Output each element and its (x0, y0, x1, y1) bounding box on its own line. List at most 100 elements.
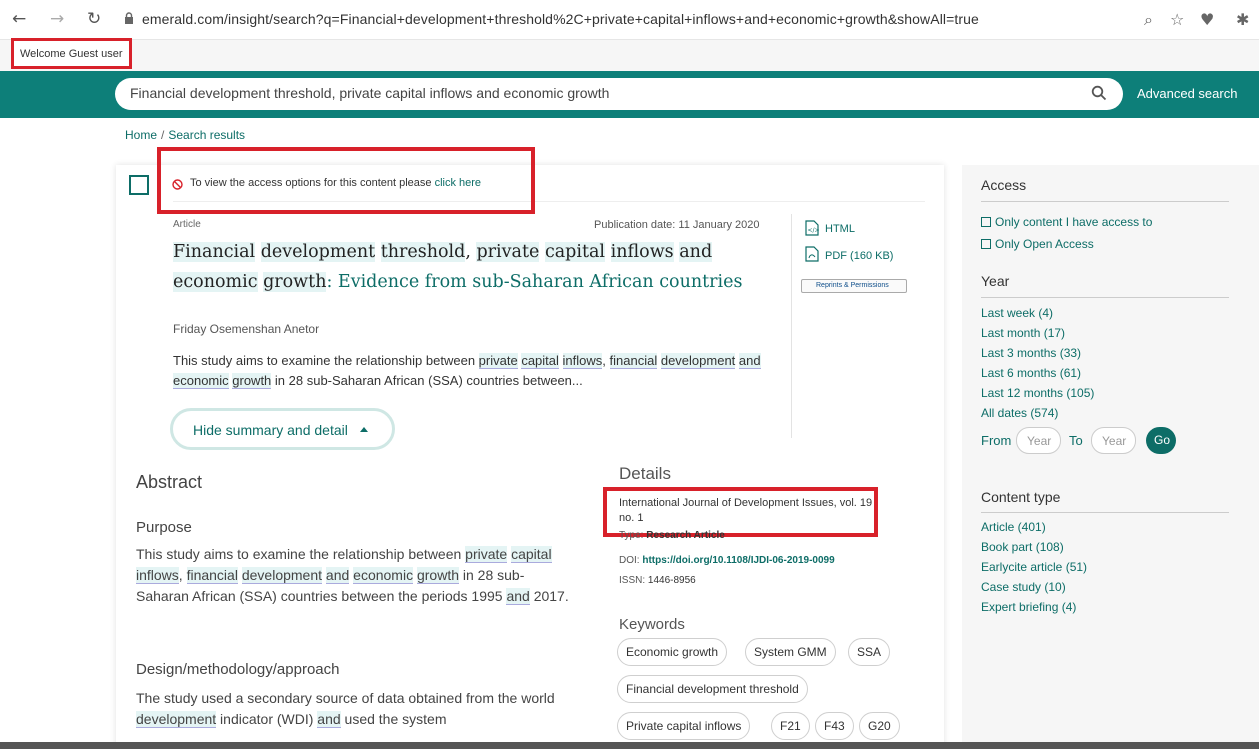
author-name[interactable]: Friday Osemenshan Anetor (173, 322, 319, 336)
search-term-highlight: and (506, 588, 530, 605)
caret-up-icon (360, 427, 368, 432)
divider (981, 512, 1229, 513)
hide-summary-label: Hide summary and detail (193, 422, 348, 438)
content-type-option[interactable]: Book part (108) (981, 540, 1064, 554)
text-segment: The study used a secondary source of dat… (136, 690, 555, 706)
search-term-highlight: capital (544, 242, 606, 262)
from-label: From (981, 433, 1012, 448)
year-option[interactable]: Last 6 months (61) (981, 366, 1081, 380)
search-term-highlight: growth (263, 272, 327, 292)
abstract-heading: Abstract (136, 472, 203, 492)
search-term-highlight: financial (186, 567, 238, 584)
keyword-chip[interactable]: F43 (815, 712, 854, 740)
go-button[interactable]: Go (1146, 427, 1176, 454)
vertical-divider (791, 214, 792, 438)
article-subtitle[interactable]: : Evidence from sub-Saharan African coun… (326, 272, 742, 292)
text-segment: indicator (WDI) (216, 711, 318, 727)
html-link[interactable]: HTML (825, 223, 855, 235)
content-type-option[interactable]: Expert briefing (4) (981, 600, 1076, 614)
search-term-highlight: development (660, 353, 736, 369)
journal-info[interactable]: International Journal of Development Iss… (619, 496, 881, 526)
search-term-highlight: development (260, 242, 376, 262)
purpose-heading: Purpose (136, 519, 192, 536)
search-term-highlight: economic (173, 373, 229, 389)
design-text: The study used a secondary source of dat… (136, 688, 576, 730)
access-message-text: To view the access options for this cont… (190, 177, 432, 189)
search-term-highlight: threshold (380, 242, 466, 262)
text-segment: , (602, 353, 610, 368)
search-term-highlight: and (679, 242, 713, 262)
welcome-strip (0, 40, 1259, 71)
doi-link[interactable]: https://doi.org/10.1108/IJDI-06-2019-009… (642, 555, 834, 566)
access-message: To view the access options for this cont… (190, 177, 481, 189)
advanced-search-link[interactable]: Advanced search (1137, 86, 1237, 101)
text-segment (559, 353, 563, 368)
address-bar[interactable]: emerald.com/insight/search?q=Financial+d… (142, 11, 979, 27)
pdf-file-icon[interactable] (805, 246, 819, 262)
keyword-chip[interactable]: Private capital inflows (617, 712, 751, 740)
welcome-guest-label: Welcome Guest user (11, 38, 132, 69)
hide-summary-button[interactable]: Hide summary and detail (170, 408, 395, 450)
breadcrumb-separator: / (161, 128, 165, 142)
filter-sidebar (962, 165, 1259, 749)
keyword-chip[interactable]: System GMM (745, 638, 836, 666)
no-access-icon (172, 179, 183, 190)
keyword-chip[interactable]: G20 (859, 712, 900, 740)
search-input[interactable]: Financial development threshold, private… (115, 78, 1123, 110)
bottom-bar (0, 742, 1259, 749)
issn-detail: ISSN: 1446-8956 (619, 575, 696, 586)
reprints-permissions-button[interactable]: Reprints & Permissions (801, 279, 907, 293)
search-term-highlight: and (317, 711, 341, 728)
search-term-highlight: growth (416, 567, 459, 584)
search-term-highlight: inflows (562, 353, 603, 369)
year-option[interactable]: All dates (574) (981, 406, 1058, 420)
extension-shield-icon[interactable]: ♥ (1200, 10, 1214, 29)
text-segment: in 28 sub-Saharan African (SSA) countrie… (271, 373, 583, 388)
search-term-highlight: capital (521, 353, 559, 369)
forward-arrow-icon[interactable]: → (50, 9, 64, 29)
details-heading: Details (619, 464, 671, 483)
keyword-chip[interactable]: F21 (771, 712, 810, 740)
pdf-link[interactable]: PDF (160 KB) (825, 250, 893, 262)
select-result-checkbox[interactable] (129, 175, 149, 195)
keyword-chip[interactable]: SSA (848, 638, 891, 666)
search-icon[interactable] (1091, 85, 1107, 101)
text-segment: This study aims to examine the relations… (136, 546, 466, 562)
search-term-highlight: private (476, 242, 540, 262)
extensions-puzzle-icon[interactable]: ✱ (1236, 10, 1249, 29)
content-type-option[interactable]: Earlycite article (51) (981, 560, 1087, 574)
article-title[interactable]: Financial development threshold, private… (173, 237, 783, 297)
search-term-highlight: and (738, 353, 761, 369)
back-arrow-icon[interactable]: ← (12, 9, 26, 29)
search-term-highlight: economic (353, 567, 414, 584)
click-here-link[interactable]: click here (435, 177, 481, 189)
reload-icon[interactable]: ↻ (87, 9, 101, 29)
access-filter-heading: Access (981, 177, 1027, 193)
filter-my-access[interactable]: Only content I have access to (981, 215, 1152, 229)
year-option[interactable]: Last month (17) (981, 326, 1065, 340)
bookmark-star-icon[interactable]: ☆ (1170, 10, 1184, 29)
from-year-input[interactable]: Year (1016, 427, 1061, 454)
breadcrumb: Home / Search results (125, 128, 245, 142)
text-segment: This study aims to examine the relations… (173, 353, 479, 368)
checkbox-icon[interactable] (981, 239, 991, 249)
html-file-icon[interactable]: </> (805, 220, 819, 236)
content-type-option[interactable]: Article (401) (981, 520, 1046, 534)
divider (981, 201, 1229, 202)
breadcrumb-home[interactable]: Home (125, 128, 157, 142)
publication-date: Publication date: 11 January 2020 (594, 219, 760, 231)
year-option[interactable]: Last 12 months (105) (981, 386, 1094, 400)
keywords-heading: Keywords (619, 616, 685, 633)
content-type-option[interactable]: Case study (10) (981, 580, 1066, 594)
keyword-chip[interactable]: Financial development threshold (617, 675, 808, 703)
search-term-highlight: and (325, 567, 350, 584)
filter-open-access-label: Only Open Access (995, 237, 1094, 251)
checkbox-icon[interactable] (981, 217, 991, 227)
zoom-icon[interactable]: ⌕ (1144, 10, 1153, 30)
year-option[interactable]: Last week (4) (981, 306, 1053, 320)
to-label: To (1069, 433, 1083, 448)
keyword-chip[interactable]: Economic growth (617, 638, 728, 666)
filter-open-access[interactable]: Only Open Access (981, 237, 1094, 251)
to-year-input[interactable]: Year (1091, 427, 1136, 454)
year-option[interactable]: Last 3 months (33) (981, 346, 1081, 360)
